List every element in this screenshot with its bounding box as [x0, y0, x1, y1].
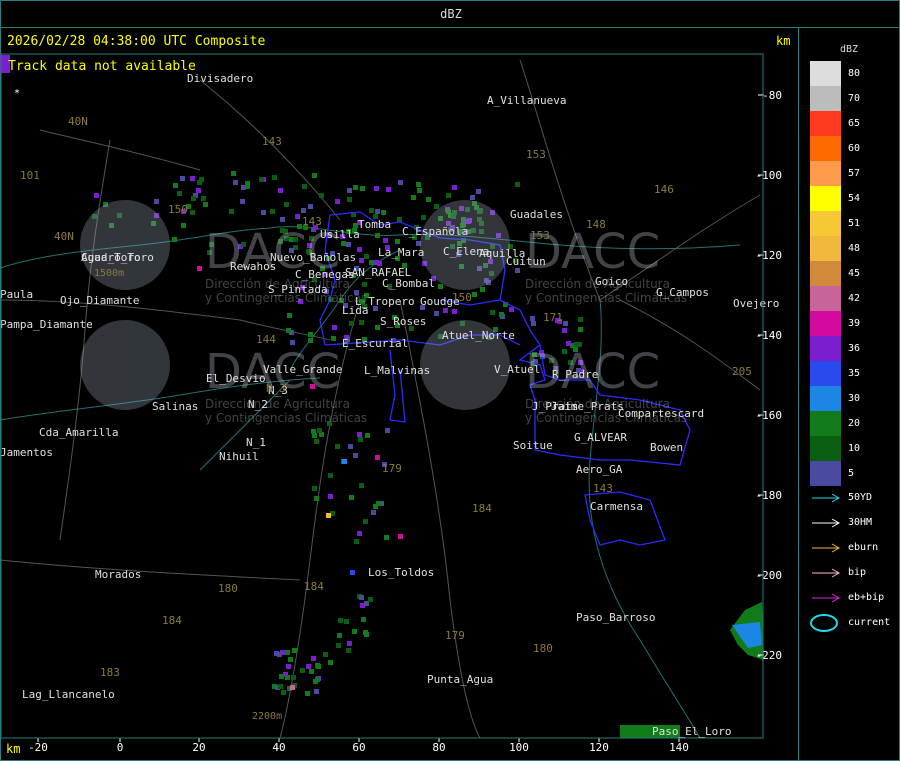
track-label: bip [848, 567, 867, 578]
track-label: 30HM [848, 517, 873, 528]
arrow-icon [812, 593, 841, 603]
track-label: 50YD [848, 492, 873, 503]
arrow-icon [812, 518, 841, 528]
track-label: eburn [848, 542, 879, 553]
arrow-icon [812, 568, 841, 578]
arrow-icon [812, 543, 841, 553]
track-label: eb+bip [848, 592, 885, 603]
arrow-icon [812, 493, 841, 503]
track-label: current [848, 617, 891, 628]
track-icons [810, 493, 841, 632]
ellipse-icon [810, 614, 838, 632]
